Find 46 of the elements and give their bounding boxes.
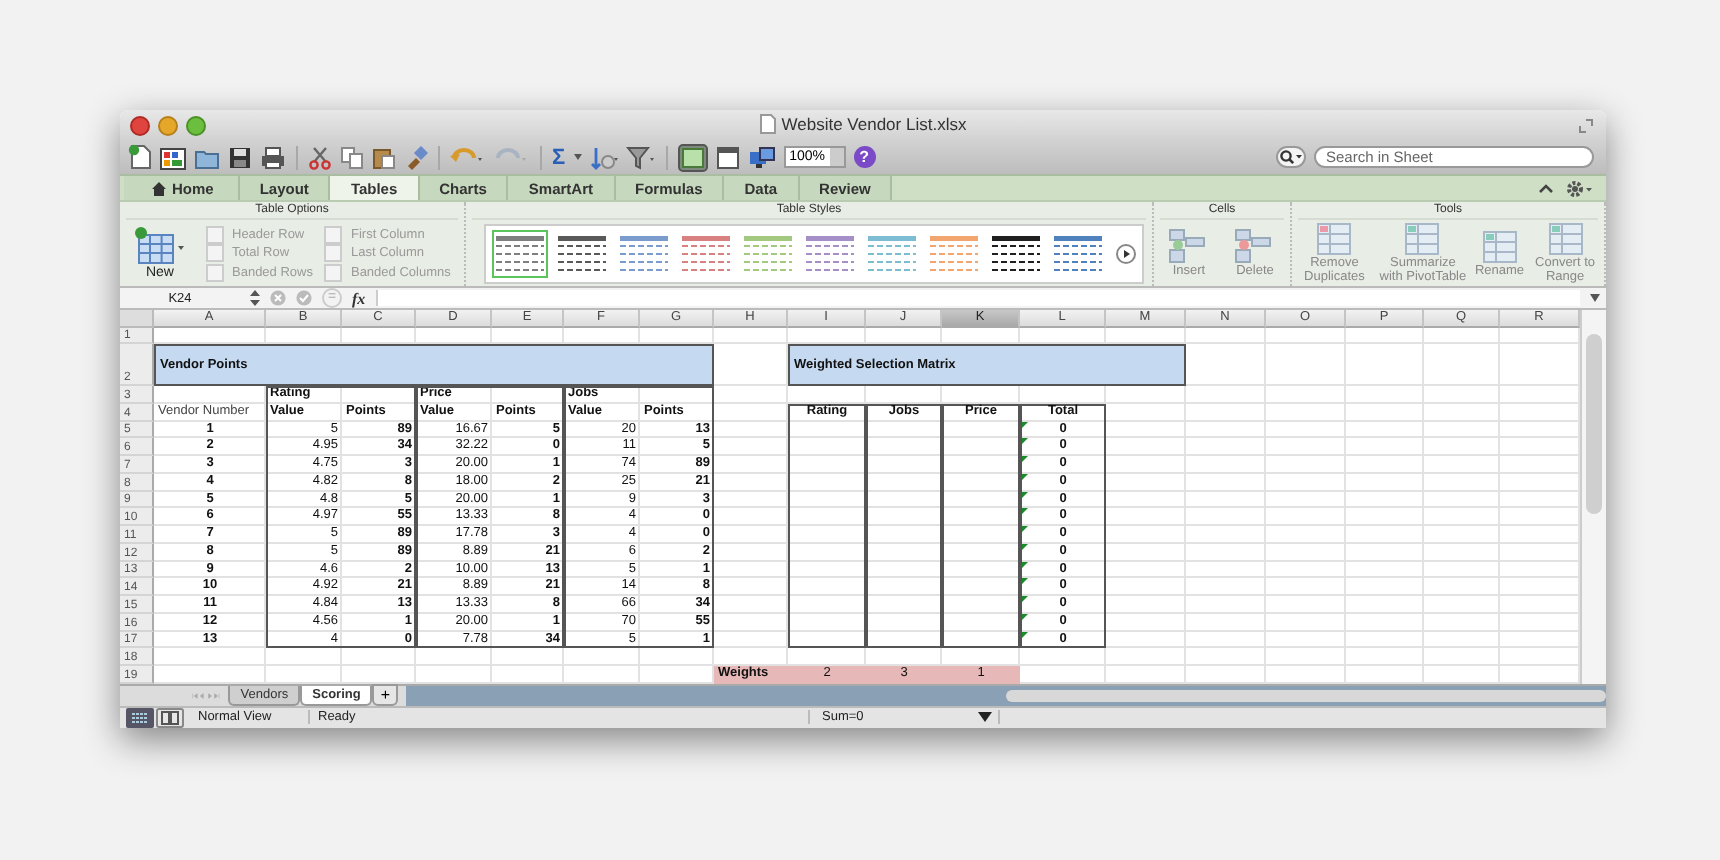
print-icon[interactable] [260,145,286,169]
normal-view-icon[interactable] [126,707,154,728]
paste-icon[interactable] [372,145,396,169]
caret-icon[interactable] [573,154,582,160]
insert-function-button[interactable]: fx [352,289,366,307]
window-title: Website Vendor List.xlsx [781,114,967,134]
insert-cells-icon [1167,228,1211,264]
caret-icon [978,712,992,723]
horizontal-scrollbar[interactable] [406,685,1606,706]
new-table-icon [134,226,186,266]
stepper-icon[interactable] [250,290,260,306]
search-icon[interactable] [1276,146,1306,168]
settings-icon[interactable] [1566,179,1594,197]
formula-field[interactable] [375,290,1580,306]
copy-icon[interactable] [340,145,364,169]
brush-icon[interactable] [404,145,428,169]
gallery-icon[interactable] [160,145,186,169]
more-styles-icon[interactable] [1116,243,1136,263]
expand-icon[interactable] [1590,294,1600,302]
sort-icon[interactable] [589,145,618,169]
pivot-table-icon [1402,222,1443,256]
filter-icon[interactable] [625,145,656,169]
add-sheet-button[interactable]: + [372,684,398,707]
page-layout-view-icon[interactable] [156,707,184,728]
formula-builder-icon[interactable] [677,143,708,171]
convert-icon [1545,222,1586,256]
close-button[interactable] [130,115,150,135]
save-icon[interactable] [228,145,252,169]
autosum-button[interactable]: Σ [552,145,566,169]
folder-icon[interactable] [194,145,220,169]
window-layout-icon[interactable] [715,145,740,169]
collapse-ribbon-icon[interactable] [1538,182,1554,194]
media-browser-icon[interactable] [747,145,776,169]
vertical-scrollbar[interactable] [1580,310,1606,684]
delete-cells-icon [1233,228,1277,264]
minimize-button[interactable] [158,115,178,135]
document-icon [759,114,776,134]
help-button[interactable]: ? [853,146,876,168]
remove-duplicates-icon [1314,222,1355,256]
new-document-icon[interactable] [128,144,152,170]
home-icon [152,181,166,195]
table-style-swatch[interactable] [492,229,548,277]
fullscreen-icon[interactable] [1578,117,1594,133]
zoom-button[interactable] [186,115,206,135]
cut-icon[interactable] [308,145,332,169]
rename-icon [1479,229,1520,263]
